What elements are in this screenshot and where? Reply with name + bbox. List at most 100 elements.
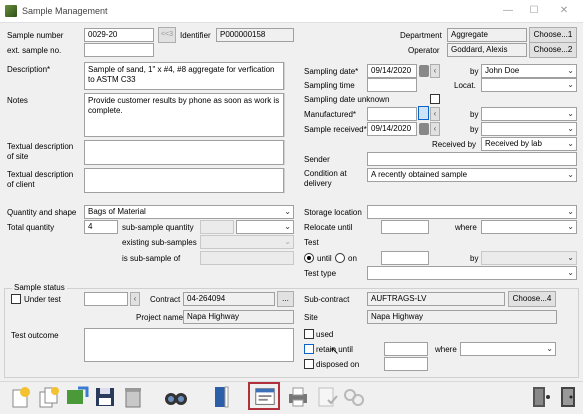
description-textarea[interactable]: Sample of sand, 1" x #4, #8 aggregate fo… [84, 62, 284, 90]
existing-sub-samples-label: existing sub-samples [122, 238, 197, 247]
text-client-scrollbar[interactable] [284, 168, 294, 193]
test-outcome-textarea[interactable] [84, 328, 294, 362]
sub-contract-field: AUFTRAGS-LV [367, 292, 505, 306]
previous-date-button[interactable]: ‹ [130, 292, 140, 306]
disposed-on-field[interactable] [384, 357, 428, 371]
existing-sub-samples-dropdown: ⌄ [200, 235, 294, 249]
received-by-person-label: by [470, 125, 479, 134]
close-door-icon[interactable] [555, 384, 581, 410]
is-sub-sample-field [200, 251, 294, 265]
notes-label: Notes [7, 96, 28, 105]
choose-operator-button[interactable]: Choose...2 [529, 42, 577, 58]
notes-scrollbar[interactable] [284, 93, 294, 137]
save-icon[interactable] [92, 384, 118, 410]
text-client-textarea[interactable] [84, 168, 284, 193]
retain-until-checkbox[interactable] [304, 344, 314, 354]
document-check-icon[interactable] [314, 384, 340, 410]
text-site-textarea[interactable] [84, 140, 284, 165]
text-client-label: Textual description of client [7, 170, 74, 189]
relocate-where-dropdown[interactable]: ⌄ [481, 220, 577, 234]
contract-field: 04-264094 [183, 292, 275, 306]
chevron-down-icon: ⌄ [567, 268, 574, 277]
image-export-icon[interactable] [64, 384, 90, 410]
sampling-date-unknown-label: Sampling date unknown [304, 95, 390, 104]
previous-date-button[interactable]: ‹ [430, 64, 440, 78]
used-checkbox[interactable] [304, 329, 314, 339]
calendar-icon[interactable] [419, 65, 429, 77]
previous-sample-button[interactable]: <<3 [158, 27, 176, 43]
sampling-date-unknown-checkbox[interactable] [430, 94, 440, 104]
under-test-label: Under test [24, 295, 61, 304]
location-dropdown[interactable]: ⌄ [481, 78, 577, 92]
chevron-down-icon: ⌄ [567, 170, 574, 179]
notes-textarea[interactable]: Provide customer results by phone as soo… [84, 93, 284, 137]
chevron-down-icon: ⌄ [284, 207, 291, 216]
app-logo-icon [5, 5, 17, 17]
previous-date-button[interactable]: ‹ [430, 107, 440, 121]
close-icon[interactable]: ✕ [553, 3, 575, 19]
calendar-icon[interactable] [419, 123, 429, 135]
manufactured-field[interactable] [367, 107, 417, 121]
disposed-on-label: disposed on [316, 360, 360, 369]
received-by-dropdown[interactable]: Received by lab ⌄ [481, 137, 577, 151]
chevron-down-icon: ⌄ [567, 124, 574, 133]
exit-door-icon[interactable] [528, 384, 554, 410]
relocate-until-field[interactable] [381, 220, 429, 234]
condition-dropdown[interactable]: A recently obtained sample ⌄ [367, 168, 577, 182]
retain-where-label: where [435, 345, 457, 354]
total-quantity-label: Total quantity [7, 223, 55, 232]
disposed-checkbox[interactable] [304, 359, 314, 369]
copy-sample-icon[interactable] [36, 384, 62, 410]
calendar-icon[interactable] [418, 106, 429, 120]
manufactured-by-dropdown[interactable]: ⌄ [481, 107, 577, 121]
sample-received-field[interactable]: 09/14/2020 [367, 122, 417, 136]
total-quantity-field[interactable]: 4 [84, 220, 118, 234]
manufactured-by-label: by [470, 110, 479, 119]
chevron-down-icon: ⌄ [567, 139, 574, 148]
sampled-by-value: John Doe [485, 66, 520, 75]
sampling-date-field[interactable]: 09/14/2020 [367, 64, 417, 78]
quantity-shape-label: Quantity and shape [7, 208, 77, 217]
report-form-button[interactable] [248, 382, 280, 410]
chevron-down-icon: ⌄ [546, 344, 553, 353]
condition-label: Condition at delivery [304, 169, 347, 188]
sender-field[interactable] [367, 152, 577, 166]
under-test-checkbox[interactable] [11, 294, 21, 304]
sub-sample-quantity-field [200, 220, 234, 234]
under-test-date-field[interactable] [84, 292, 128, 306]
test-on-radio[interactable] [335, 253, 345, 263]
received-by-person-dropdown[interactable]: ⌄ [481, 122, 577, 136]
ext-sample-field[interactable] [84, 43, 154, 57]
sub-sample-quantity-label: sub-sample quantity [122, 223, 194, 232]
sampled-by-label: by [470, 67, 479, 76]
delete-icon[interactable] [120, 384, 146, 410]
text-site-scrollbar[interactable] [284, 140, 294, 165]
retain-until-field[interactable] [384, 342, 428, 356]
retain-where-dropdown[interactable]: ⌄ [460, 342, 556, 356]
identifier-label: Identifier [180, 31, 211, 40]
choose-department-button[interactable]: Choose...1 [529, 27, 577, 43]
link-icon[interactable] [341, 384, 367, 410]
test-until-radio[interactable] [304, 253, 314, 263]
choose-subcontract-button[interactable]: Choose...4 [508, 291, 556, 307]
minimize-icon[interactable]: — [497, 3, 519, 19]
test-type-dropdown[interactable]: ⌄ [367, 266, 577, 280]
previous-date-button[interactable]: ‹ [430, 122, 440, 136]
relocate-until-label: Relocate until [304, 223, 353, 232]
description-scrollbar[interactable] [284, 62, 294, 90]
print-icon[interactable] [285, 384, 311, 410]
sub-sample-unit-dropdown[interactable]: ⌄ [236, 220, 294, 234]
maximize-icon[interactable]: ☐ [523, 3, 545, 19]
contract-browse-button[interactable]: ... [277, 291, 294, 307]
sample-number-field[interactable]: 0029-20 [84, 28, 154, 42]
test-date-field[interactable] [381, 251, 429, 265]
sampling-time-field[interactable] [367, 78, 417, 92]
storage-location-dropdown[interactable]: ⌄ [367, 205, 577, 219]
new-sample-icon[interactable] [8, 384, 34, 410]
sampled-by-dropdown[interactable]: John Doe ⌄ [481, 64, 577, 78]
search-binoculars-icon[interactable] [163, 384, 189, 410]
book-icon[interactable] [208, 384, 234, 410]
quantity-shape-dropdown[interactable]: Bags of Material ⌄ [84, 205, 294, 219]
chevron-down-icon: ⌄ [284, 222, 291, 231]
title-bar: Sample Management — ☐ ✕ [0, 0, 583, 23]
